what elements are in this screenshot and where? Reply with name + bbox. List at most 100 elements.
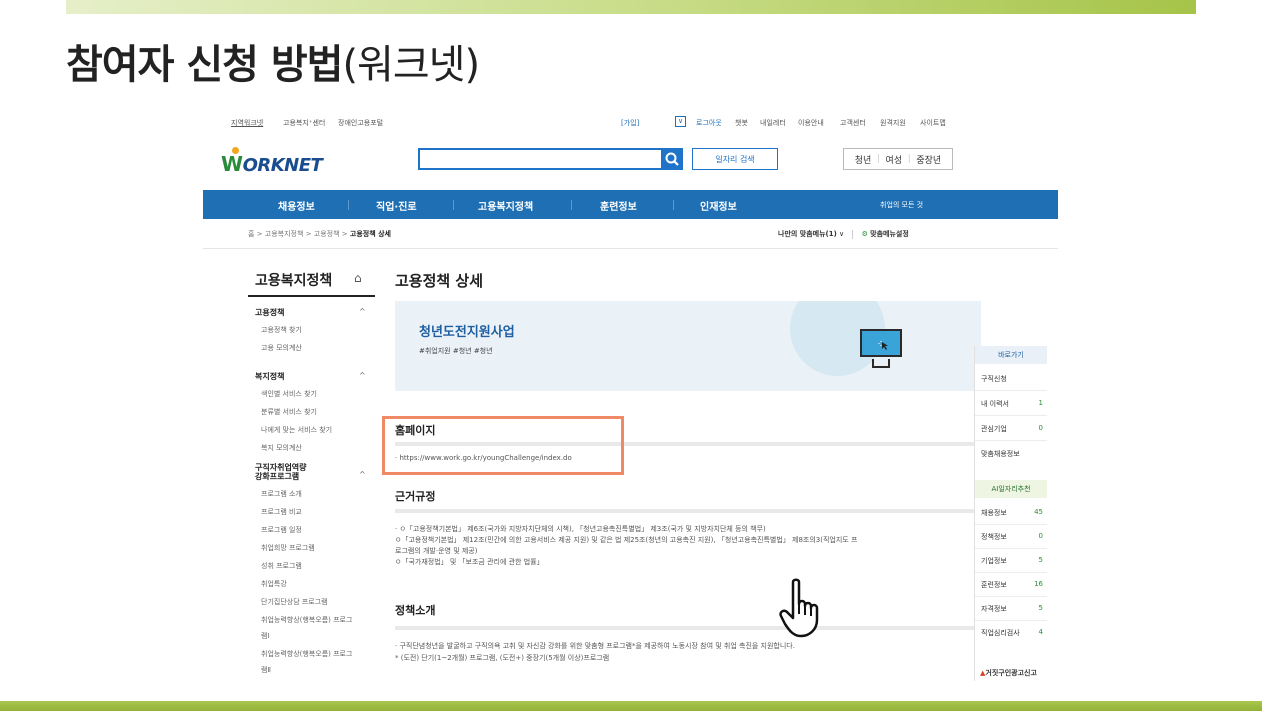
search-button[interactable] (661, 148, 683, 170)
basis-line: · ㅇ「고용정책기본법」 제6조(국가와 지방자치단체의 시책), 「청년고용촉… (395, 525, 766, 533)
ai-row-certificate[interactable]: 자격정보 5 (981, 604, 1043, 614)
util-guide[interactable]: 이용안내 (798, 118, 824, 128)
search-icon (665, 152, 679, 166)
ai-recommend-title: AI일자리추천 (975, 480, 1047, 498)
nav-item-talent[interactable]: 인재정보 (700, 198, 737, 213)
intro-line: · 구직단념청년을 발굴하고 구직의욕 고취 및 자신감 강화를 위한 맞춤형 … (395, 642, 795, 650)
audience-sep: | (907, 154, 911, 164)
quick-row-job-apply[interactable]: 구직신청 (981, 374, 1043, 384)
sidebar-item[interactable]: 고용 모의계산 (261, 343, 302, 353)
top-accent-bar (66, 0, 1196, 14)
sidebar-item[interactable]: 단기집단상담 프로그램 (261, 597, 328, 607)
nav-divider (348, 200, 349, 210)
nav-item-career[interactable]: 직업·진로 (376, 198, 417, 213)
util-chatbot[interactable]: 챗봇 (735, 118, 748, 128)
pointing-hand-icon (779, 578, 819, 638)
nav-item-all-about-jobs[interactable]: 취업의 모든 것 (880, 200, 923, 210)
util-link-regional[interactable]: 지역워크넷 (231, 118, 263, 128)
util-remote[interactable]: 원격지원 (880, 118, 906, 128)
util-link-welfare-center[interactable]: 고용복지⁺센터 (283, 118, 325, 128)
nav-item-jobs[interactable]: 채용정보 (278, 198, 315, 213)
util-sitemap[interactable]: 사이트맵 (920, 118, 946, 128)
ai-row-company[interactable]: 기업정보 5 (981, 556, 1043, 566)
menu-buttons: 나만의 맞춤메뉴(1) ∨ ⚙ 맞춤메뉴설정 (778, 229, 909, 239)
ai-row-jobs[interactable]: 채용정보 45 (981, 508, 1043, 518)
search-input[interactable] (418, 148, 675, 170)
breadcrumb-item[interactable]: 고용정책 (314, 230, 340, 238)
util-join[interactable]: [가입] (621, 118, 639, 128)
main-nav: 채용정보 직업·진로 고용복지정책 훈련정보 인재정보 취업의 모든 것 (203, 190, 1058, 219)
program-tags: #취업지원 #청년 #청년 (419, 347, 493, 355)
worknet-logo[interactable]: WORKNET (221, 147, 323, 176)
audience-women[interactable]: 여성 (886, 153, 903, 166)
sidebar-item[interactable]: 성취 프로그램 (261, 561, 302, 571)
audience-youth[interactable]: 청년 (855, 153, 872, 166)
sidebar-item[interactable]: 색인별 서비스 찾기 (261, 389, 317, 399)
basis-line: 로그램의 개발·운영 및 제공) (395, 547, 478, 555)
sidebar-section-employment[interactable]: 고용정책 (255, 307, 284, 318)
sidebar-item[interactable]: 취업희망 프로그램 (261, 543, 315, 553)
slide: 참여자 신청 방법(워크넷) 지역워크넷 고용복지⁺센터 장애인고용포털 [가입… (0, 0, 1262, 711)
breadcrumb-item[interactable]: 고용복지정책 (265, 230, 304, 238)
sidebar-item-wrap[interactable]: 램Ⅰ (261, 631, 270, 641)
util-logout[interactable]: 로그아웃 (696, 118, 722, 128)
ai-row-psych-test[interactable]: 직업심리검사 4 (981, 628, 1043, 638)
home-icon[interactable]: ⌂ (354, 271, 362, 285)
my-menu-dropdown[interactable]: 나만의 맞춤메뉴(1) (778, 230, 837, 238)
nav-item-training[interactable]: 훈련정보 (600, 198, 637, 213)
chevron-down-icon[interactable]: ∨ (839, 230, 846, 238)
nav-divider (453, 200, 454, 210)
program-name: 청년도전지원사업 (419, 325, 515, 340)
sidebar-title-rule (248, 295, 375, 297)
gear-icon: ⚙ (861, 230, 868, 238)
util-link-disability-portal[interactable]: 장애인고용포털 (338, 118, 383, 128)
util-customer[interactable]: 고객센터 (840, 118, 866, 128)
sidebar-item[interactable]: 프로그램 소개 (261, 489, 302, 499)
sidebar-item[interactable]: 프로그램 비교 (261, 507, 302, 517)
sidebar-item[interactable]: 취업특강 (261, 579, 287, 589)
breadcrumb: 홈 > 고용복지정책 > 고용정책 > 고용정책 상세 (248, 230, 391, 238)
sidebar-section-welfare[interactable]: 복지정책 (255, 371, 284, 382)
basis-line: ㅇ「고용정책기본법」 제12조(민간에 의한 고용서비스 제공 지원) 및 같은… (395, 536, 858, 544)
menu-settings-button[interactable]: 맞춤메뉴설정 (870, 230, 909, 238)
job-search-button[interactable]: 일자리 검색 (692, 148, 778, 170)
chevron-down-icon[interactable]: ∨ (675, 116, 686, 127)
util-letter[interactable]: 내일레터 (760, 118, 786, 128)
sidebar-item[interactable]: 프로그램 일정 (261, 525, 302, 535)
chevron-up-icon[interactable]: ^ (359, 470, 366, 479)
slide-title-paren: (워크넷) (342, 42, 480, 88)
quick-row-resume[interactable]: 내 이력서 1 (981, 399, 1043, 409)
sidebar-item[interactable]: 취업능력향상(행복오름) 프로그 (261, 615, 352, 625)
audience-middle-age[interactable]: 중장년 (916, 153, 941, 166)
sidebar-item[interactable]: 취업능력향상(행복오름) 프로그 (261, 649, 352, 659)
menu-divider (852, 229, 854, 239)
breadcrumb-home[interactable]: 홈 (248, 230, 254, 238)
chevron-up-icon[interactable]: ^ (359, 371, 366, 380)
ai-row-policy[interactable]: 정책정보 0 (981, 532, 1043, 542)
ai-row-training[interactable]: 훈련정보 16 (981, 580, 1043, 590)
section-rule (395, 626, 981, 630)
sidebar-item[interactable]: 고용정책 찾기 (261, 325, 302, 335)
quick-row-custom-jobs[interactable]: 맞춤채용정보 (981, 449, 1043, 459)
monitor-icon: ⁘ (860, 329, 902, 357)
chevron-up-icon[interactable]: ^ (359, 307, 366, 316)
quick-row-interest-company[interactable]: 관심기업 0 (981, 424, 1043, 434)
bottom-accent-bar (0, 701, 1262, 711)
section-rule (395, 509, 981, 513)
quick-menu: 바로가기 구직신청 내 이력서 1 관심기업 0 맞춤채용정보 AI일자리추천 채용… (974, 346, 1047, 681)
nav-item-welfare-policy[interactable]: 고용복지정책 (478, 198, 533, 213)
fake-ad-report-link[interactable]: ▲거짓구인광고신고 (980, 668, 1037, 678)
sidebar-section-programs[interactable]: 구직자취업역량 강화프로그램 (255, 463, 307, 481)
page-title: 고용정책 상세 (395, 272, 484, 290)
sidebar-item[interactable]: 분류별 서비스 찾기 (261, 407, 317, 417)
basis-line: ㅇ「국가재정법」 및 「보조금 관리에 관한 법률」 (395, 558, 544, 566)
audience-tabs: 청년 | 여성 | 중장년 (843, 148, 953, 170)
sidebar-title: 고용복지정책 (255, 273, 333, 289)
breadcrumb-current: 고용정책 상세 (349, 230, 391, 238)
sidebar-item-wrap[interactable]: 램Ⅱ (261, 665, 271, 675)
slide-title: 참여자 신청 방법(워크넷) (66, 32, 480, 90)
sidebar-item[interactable]: 나에게 맞는 서비스 찾기 (261, 425, 332, 435)
logo-dot-icon (232, 147, 239, 154)
program-banner: 청년도전지원사업 #취업지원 #청년 #청년 ⁘ (395, 301, 981, 391)
sidebar-item[interactable]: 복지 모의계산 (261, 443, 302, 453)
